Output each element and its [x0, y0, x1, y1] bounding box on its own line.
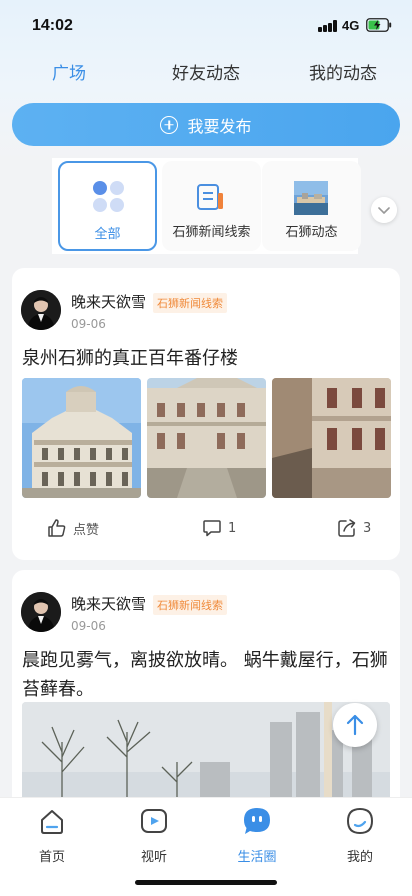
nav-label: 视听 [140, 850, 167, 865]
profile-icon [346, 807, 374, 835]
tab-plaza[interactable]: 广场 [14, 56, 124, 92]
post-text: 泉州石狮的真正百年番仔楼 [22, 348, 238, 369]
share-count: 3 [363, 520, 372, 536]
publish-label: 我要发布 [187, 116, 252, 136]
post-tag: 石狮新闻线索 [153, 595, 227, 615]
post-image[interactable] [22, 378, 141, 498]
tab-my-updates[interactable]: 我的动态 [288, 56, 398, 92]
chevron-down-icon[interactable] [371, 197, 397, 223]
nav-home[interactable]: 首页 [12, 806, 92, 865]
publish-button[interactable]: 我要发布 [12, 103, 400, 146]
video-icon [141, 809, 167, 833]
signal-icon [318, 20, 338, 32]
post-card[interactable]: 晚来天欲雪 石狮新闻线索 09-06 泉州石狮的真正百年番仔楼 点赞 1 3 [12, 268, 400, 560]
post-text: 晨跑见雾气，离披欲放晴。 蜗牛戴屋行，石狮苔藓春。 [22, 650, 388, 700]
nav-life-circle[interactable]: 生活圈 [217, 806, 297, 865]
comment-icon [203, 520, 221, 537]
post-tag: 石狮新闻线索 [153, 293, 227, 313]
home-indicator [135, 880, 277, 885]
tab-friends-updates[interactable]: 好友动态 [151, 56, 261, 92]
author-name[interactable]: 晚来天欲雪 [71, 593, 146, 614]
post-image[interactable] [147, 378, 266, 498]
category-news-tips[interactable]: 石狮新闻线索 [162, 161, 261, 251]
home-icon [41, 810, 63, 834]
author-name[interactable]: 晚来天欲雪 [71, 291, 146, 312]
category-shishi-updates[interactable]: 石狮动态 [262, 161, 361, 251]
share-icon [338, 519, 356, 537]
nav-label: 生活圈 [237, 850, 277, 865]
grid-icon [93, 181, 124, 212]
post-image[interactable] [272, 378, 391, 498]
avatar[interactable] [21, 290, 61, 330]
status-time: 14:02 [32, 17, 73, 34]
thumbs-up-icon [48, 519, 66, 537]
thumbnail-image [294, 181, 328, 215]
document-icon [197, 184, 223, 210]
status-bar: 14:02 4G [0, 0, 412, 52]
share-button[interactable]: 3 [337, 518, 371, 538]
post-date: 09-06 [71, 619, 106, 633]
like-label: 点赞 [73, 522, 100, 538]
nav-label: 我的 [346, 850, 373, 865]
chat-bubble-icon [244, 808, 270, 834]
comment-button[interactable]: 1 [202, 518, 236, 538]
avatar[interactable] [21, 592, 61, 632]
network-type: 4G [342, 18, 360, 33]
category-selector: 全部 石狮新闻线索 石狮动态 [52, 158, 361, 254]
category-label: 石狮新闻线索 [172, 225, 251, 240]
comment-count: 1 [228, 520, 237, 536]
nav-media[interactable]: 视听 [114, 806, 194, 865]
scroll-to-top-icon[interactable] [333, 703, 377, 747]
like-button[interactable]: 点赞 [47, 518, 99, 538]
post-date: 09-06 [71, 317, 106, 331]
top-tabs: 广场 好友动态 我的动态 [0, 56, 412, 92]
post-card[interactable]: 晚来天欲雪 石狮新闻线索 09-06 晨跑见雾气，离披欲放晴。 蜗牛戴屋行，石狮… [12, 570, 400, 810]
battery-charging-icon [366, 18, 392, 32]
category-label: 全部 [94, 227, 121, 242]
category-label: 石狮动态 [285, 225, 338, 240]
post-actions: 点赞 1 3 [12, 518, 400, 542]
plus-circle-icon [160, 115, 179, 134]
nav-label: 首页 [38, 850, 65, 865]
nav-profile[interactable]: 我的 [320, 806, 400, 865]
category-all[interactable]: 全部 [58, 161, 157, 251]
